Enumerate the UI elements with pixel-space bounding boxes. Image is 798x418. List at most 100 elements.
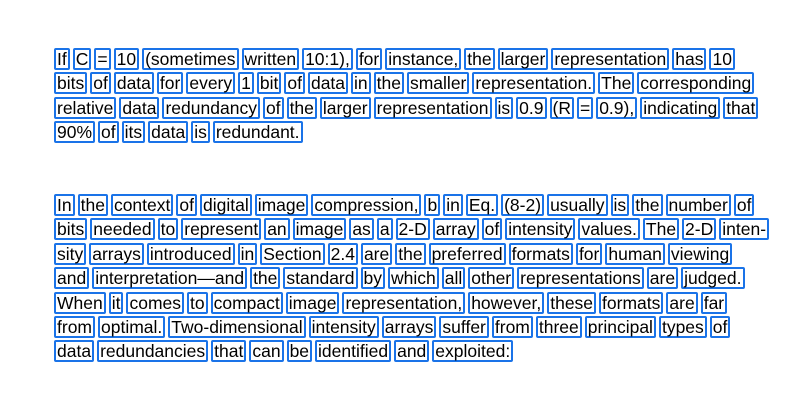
- text-line: data redundancies that can be identified and ex…: [54, 340, 744, 364]
- word-box: judged.: [681, 267, 745, 290]
- word-box: from: [54, 315, 95, 338]
- word-box: image: [254, 194, 309, 216]
- word-box: for: [575, 242, 603, 265]
- word-box: are: [646, 267, 679, 290]
- word-box: data: [54, 340, 95, 363]
- word-box: usually: [547, 194, 608, 216]
- word-box: be: [286, 340, 313, 363]
- word-box: standard: [283, 267, 358, 290]
- word-box: introduced: [146, 242, 235, 265]
- word-box: 0.9),: [596, 96, 638, 119]
- word-box: redundancies: [97, 340, 209, 363]
- word-box: 10:1),: [302, 48, 353, 70]
- word-box: represent: [181, 218, 262, 241]
- word-box: compact: [210, 291, 283, 314]
- word-box: as: [349, 218, 374, 241]
- word-box: =: [576, 96, 594, 119]
- word-box: the: [77, 194, 108, 216]
- word-box: a: [376, 218, 393, 241]
- word-box: bits: [54, 72, 88, 95]
- word-box: other: [468, 267, 515, 290]
- word-box: are: [666, 291, 698, 314]
- word-box: representation: [551, 48, 670, 70]
- word-box: the: [286, 96, 317, 119]
- text-line: When it comes to compact image representation,…: [54, 291, 744, 316]
- word-box: If: [54, 48, 70, 70]
- word-box: in: [443, 194, 463, 216]
- word-box: 2.4: [327, 242, 358, 265]
- text-line: and interpretation—and the standard by which a…: [54, 267, 745, 291]
- word-box: 0.9: [516, 96, 547, 119]
- word-box: In: [54, 194, 75, 216]
- word-box: representations: [517, 267, 644, 290]
- word-box: identified: [315, 340, 392, 363]
- paragraph-image-compression-context: In the context of digital image compression, b i…: [54, 194, 770, 365]
- word-box: of: [284, 72, 305, 95]
- word-box: that: [723, 96, 759, 119]
- word-box: number: [665, 194, 731, 216]
- word-box: 90%: [54, 121, 96, 144]
- word-box: 2-D: [682, 218, 717, 241]
- word-box: however,: [468, 291, 545, 314]
- word-box: is: [191, 121, 210, 144]
- word-box: that: [211, 340, 247, 363]
- word-box: of: [262, 96, 284, 119]
- word-box: and: [394, 340, 430, 363]
- word-box: inten-: [719, 218, 770, 241]
- word-box: far: [700, 291, 728, 314]
- word-box: representation,: [342, 291, 466, 314]
- word-box: (R: [549, 96, 574, 119]
- word-box: in: [351, 72, 371, 95]
- word-box: viewing: [667, 242, 733, 265]
- word-box: for: [156, 72, 184, 95]
- word-box: suffer: [439, 315, 489, 338]
- word-box: The: [642, 218, 680, 241]
- word-box: for: [355, 48, 383, 70]
- word-box: of: [90, 72, 111, 95]
- word-box: data: [148, 121, 189, 144]
- word-box: exploited:: [432, 340, 514, 363]
- word-box: in: [237, 242, 258, 265]
- text-line: sity arrays introduced in Section 2.4 are the pr…: [54, 242, 744, 267]
- word-box: every: [186, 72, 236, 95]
- word-box: can: [249, 340, 284, 363]
- word-box: 10: [709, 48, 735, 70]
- word-box: formats: [508, 242, 573, 265]
- paragraph-redundancy-example: If C = 10 (sometimes written 10:1), for instance…: [54, 48, 759, 146]
- word-box: array: [432, 218, 479, 241]
- word-box: of: [733, 194, 755, 216]
- word-box: by: [360, 267, 385, 290]
- word-box: human: [605, 242, 665, 265]
- word-box: intensity: [308, 315, 379, 338]
- document-page: If C = 10 (sometimes written 10:1), for instance…: [0, 0, 798, 418]
- word-box: optimal.: [98, 315, 166, 338]
- word-box: b: [424, 194, 441, 216]
- word-box: larger: [319, 96, 371, 119]
- word-box: data: [307, 72, 349, 95]
- word-box: 2-D: [395, 218, 430, 241]
- word-box: from: [491, 315, 533, 338]
- word-box: sity: [54, 242, 87, 265]
- text-line: If C = 10 (sometimes written 10:1), for instance…: [54, 48, 744, 72]
- text-line: bits needed to represent an image as a 2-D array o…: [54, 218, 770, 242]
- text-line: In the context of digital image compression, b i…: [54, 194, 755, 218]
- word-box: formats: [599, 291, 664, 314]
- word-box: needed: [90, 218, 155, 241]
- word-box: is: [610, 194, 630, 216]
- word-box: Two-dimensional: [168, 315, 306, 338]
- word-box: Section: [260, 242, 325, 265]
- word-box: interpretation—and: [92, 267, 248, 290]
- text-line: from optimal. Two-dimensional intensity arra…: [54, 315, 744, 340]
- word-box: indicating: [640, 96, 721, 119]
- word-box: the: [395, 242, 426, 265]
- word-box: data: [119, 96, 160, 119]
- word-box: preferred: [428, 242, 506, 265]
- word-box: bits: [54, 218, 88, 241]
- word-box: compression,: [311, 194, 422, 216]
- text-line: relative data redundancy of the larger represe…: [54, 96, 759, 121]
- word-box: values.: [578, 218, 640, 241]
- word-box: relative: [54, 96, 117, 119]
- word-box: of: [176, 194, 197, 216]
- text-line: bits of data for every 1 bit of data in the smaller…: [54, 72, 755, 96]
- word-box: =: [94, 48, 111, 70]
